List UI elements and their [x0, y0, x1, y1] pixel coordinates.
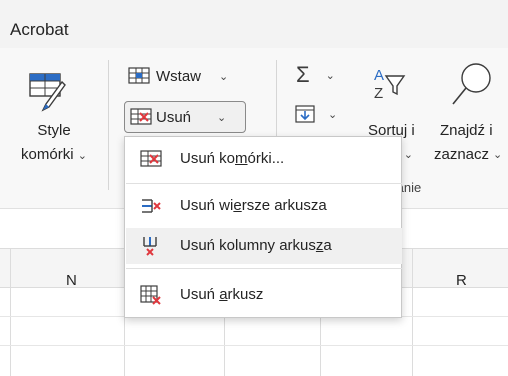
delete-label: Usuń	[156, 108, 192, 126]
chevron-down-icon: ⌄	[493, 149, 503, 161]
delete-dropdown-menu: Usuń komórki... Usuń wiersze arkusza Usu…	[124, 136, 402, 318]
chevron-down-icon: ⌄	[77, 150, 87, 162]
sigma-icon: Σ	[296, 62, 310, 87]
chevron-down-icon: ⌄	[219, 70, 229, 83]
chevron-down-icon: ⌄	[325, 69, 335, 82]
find-select-label-line1[interactable]: Znajdź i	[440, 122, 493, 139]
menu-item-delete-sheet[interactable]: Usuń arkusz	[126, 277, 402, 313]
fill-button[interactable]: ⌄	[294, 104, 337, 124]
column-header-n[interactable]: N	[66, 272, 77, 289]
insert-label: Wstaw	[156, 67, 201, 85]
delete-cells-icon	[140, 150, 162, 167]
grid-line	[0, 345, 508, 346]
cell-styles-icon[interactable]	[28, 70, 68, 114]
menu-item-delete-rows[interactable]: Usuń wiersze arkusza	[126, 188, 402, 224]
ribbon-divider	[108, 60, 109, 190]
find-select-button[interactable]: zaznacz ⌄	[434, 146, 502, 163]
sort-filter-icon[interactable]: A Z	[372, 64, 406, 102]
insert-button[interactable]: Wstaw ⌄	[128, 66, 228, 86]
fill-down-icon	[295, 105, 315, 123]
menu-item-label: Usuń arkusz	[180, 286, 264, 303]
svg-text:A: A	[374, 67, 384, 84]
menu-separator	[126, 268, 402, 269]
grid-line	[10, 248, 11, 376]
column-header-r[interactable]: R	[456, 272, 467, 289]
chevron-down-icon: ⌄	[403, 149, 413, 161]
menu-item-label: Usuń kolumny arkusza	[180, 237, 332, 254]
find-select-label-line2: zaznacz	[434, 146, 490, 163]
menu-item-delete-cells[interactable]: Usuń komórki...	[126, 141, 402, 177]
chevron-down-icon: ⌄	[217, 111, 227, 124]
menu-item-delete-columns[interactable]: Usuń kolumny arkusza	[126, 228, 402, 264]
menu-item-label: Usuń wiersze arkusza	[180, 197, 327, 214]
menu-item-label: Usuń komórki...	[180, 150, 285, 167]
autosum-button[interactable]: Σ ⌄	[296, 62, 335, 88]
delete-columns-icon	[143, 237, 157, 256]
delete-button-content[interactable]: Usuń ⌄	[130, 107, 226, 127]
menu-separator	[126, 183, 402, 184]
find-icon[interactable]	[450, 60, 494, 110]
grid-line	[412, 248, 413, 376]
cell-styles-label-line1[interactable]: Style	[0, 122, 108, 139]
delete-sheet-icon	[140, 285, 161, 305]
tab-acrobat[interactable]: Acrobat	[10, 20, 69, 40]
svg-text:Z: Z	[374, 85, 383, 102]
chevron-down-icon: ⌄	[328, 108, 338, 121]
delete-cells-icon	[130, 108, 152, 125]
cell-styles-label-line2: komórki	[21, 146, 74, 163]
delete-rows-icon	[142, 199, 161, 213]
ribbon-tab-bar: Acrobat	[0, 0, 508, 48]
cell-styles-button[interactable]: komórki ⌄	[0, 146, 108, 163]
insert-cells-icon	[128, 67, 150, 84]
